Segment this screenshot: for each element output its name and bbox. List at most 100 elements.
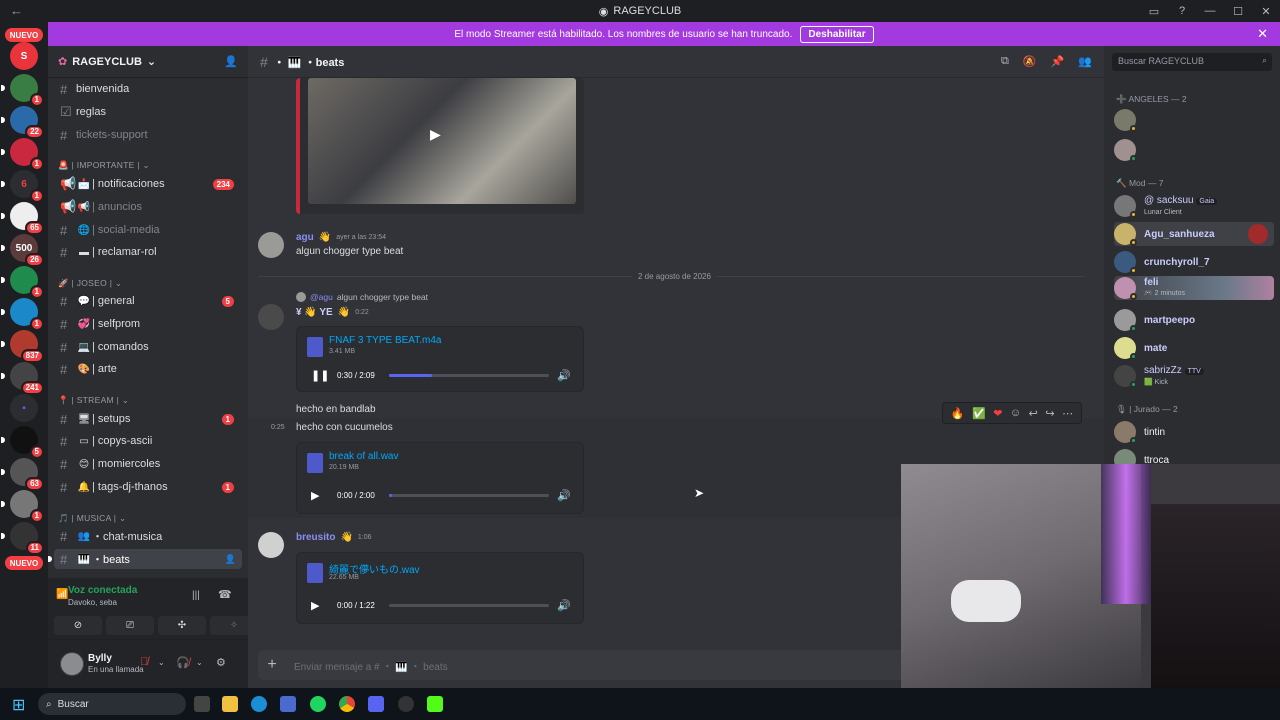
server-icon[interactable]: 63 (1, 458, 44, 491)
play-icon[interactable]: ▶ (311, 489, 319, 502)
member-item[interactable]: martpeepo (1114, 308, 1274, 332)
channel-beats[interactable]: # 🎹 ・beats 👤 (48, 549, 242, 569)
avatar[interactable] (60, 652, 84, 676)
server-icon[interactable]: 1 (1, 138, 44, 171)
member-item[interactable]: sabrizZz TTV 🟩 Kick (1114, 364, 1274, 388)
member-item[interactable]: feli 🎮 2 minutos (1114, 276, 1274, 300)
file-explorer-icon[interactable] (222, 696, 238, 712)
play-icon[interactable]: ▶ (311, 599, 319, 612)
volume-icon[interactable]: 🔊 (557, 599, 571, 612)
server-icon[interactable]: 837 (1, 330, 44, 363)
category-musica[interactable]: 🎵 | MUSICA | ⌄ (58, 513, 126, 524)
server-icon[interactable]: 1 (1, 490, 44, 523)
kick-icon[interactable] (427, 696, 443, 712)
member-item[interactable] (1114, 138, 1274, 162)
headphones-muted-icon[interactable]: 🎧̸ (176, 656, 190, 669)
member-item[interactable] (1114, 108, 1274, 132)
volume-icon[interactable]: 🔊 (557, 489, 571, 502)
channel-social-media[interactable]: # 🌐 | social-media (54, 220, 242, 240)
add-member-icon[interactable]: 👤 (225, 554, 236, 565)
store-icon[interactable] (280, 696, 296, 712)
taskbar-search[interactable]: ⌕ Buscar (38, 693, 186, 715)
invite-icon[interactable]: 👤 (224, 55, 238, 68)
server-icon[interactable]: 500 26 (1, 234, 44, 267)
avatar[interactable] (258, 232, 284, 258)
add-attachment-icon[interactable]: + (258, 656, 286, 674)
video-thumbnail[interactable]: ▶ (308, 78, 576, 204)
maximize-button[interactable]: ☐ (1224, 5, 1252, 18)
spotify-icon[interactable] (310, 696, 326, 712)
more-icon[interactable]: ⋯ (1062, 407, 1073, 420)
mic-muted-icon[interactable]: 🎙̸ (140, 656, 148, 668)
category-stream[interactable]: 📍 | STREAM | ⌄ (58, 395, 129, 406)
progress-bar[interactable] (389, 604, 549, 607)
server-icon[interactable]: 22 (1, 106, 44, 139)
author-name[interactable]: agu (296, 232, 314, 243)
back-arrow-icon[interactable]: ← (10, 3, 23, 18)
chevron-down-icon[interactable]: ⌄ (196, 658, 203, 667)
file-name[interactable]: break of all.wav (329, 451, 398, 462)
channel-general[interactable]: # 💬 | general 5 (54, 291, 242, 311)
edge-icon[interactable] (251, 696, 267, 712)
task-view-icon[interactable] (194, 696, 210, 712)
close-icon[interactable]: ✕ (1257, 26, 1268, 42)
disable-streamer-button[interactable]: Deshabilitar (800, 25, 874, 43)
server-icon[interactable]: S (10, 42, 38, 70)
add-reaction-icon[interactable]: ☺ (1010, 407, 1021, 419)
pin-icon[interactable]: 📌 (1051, 55, 1065, 68)
category-importante[interactable]: 🚨 | IMPORTANTE | ⌄ (58, 160, 150, 171)
search-input[interactable]: Buscar RAGEYCLUB ⌕ (1112, 53, 1272, 71)
member-list-icon[interactable]: 👥 (1078, 55, 1092, 68)
channel-setups[interactable]: # 🖥 | setups 1 (54, 409, 242, 429)
channel-bienvenida[interactable]: # bienvenida (54, 79, 242, 99)
settings-gear-icon[interactable]: ⚙ (216, 656, 226, 669)
server-header[interactable]: ✿ RAGEYCLUB ⌄ 👤 (48, 46, 248, 78)
chevron-down-icon[interactable]: ⌄ (158, 658, 165, 667)
channel-chat-musica[interactable]: # 👥 ・chat-musica (54, 526, 242, 546)
username[interactable]: Bylly (88, 653, 112, 664)
channel-notificaciones[interactable]: 📢 📩 | notificaciones 234 (54, 174, 242, 194)
avatar[interactable] (258, 532, 284, 558)
progress-bar[interactable] (389, 494, 549, 497)
channel-reclamar-rol[interactable]: # ▬ | reclamar-rol (54, 242, 242, 262)
channel-tags-dj-thanos[interactable]: # 🔔 | tags-dj-thanos 1 (54, 477, 242, 497)
volume-icon[interactable]: 🔊 (557, 369, 571, 382)
channel-arte[interactable]: # 🎨 | arte (54, 359, 242, 379)
noise-suppression-icon[interactable]: ||| (192, 590, 200, 601)
server-icon[interactable]: 61 (1, 170, 44, 203)
inbox-icon[interactable]: ▭ (1140, 5, 1168, 18)
server-icon[interactable]: 5 (1, 426, 44, 459)
pause-icon[interactable]: ❚❚ (311, 369, 329, 382)
minimize-button[interactable]: — (1196, 5, 1224, 17)
avatar[interactable] (258, 304, 284, 330)
folder-icon[interactable]: ▪ (10, 394, 38, 422)
check-reaction-icon[interactable]: ✅ (972, 407, 986, 420)
reply-icon[interactable]: ↩ (1029, 407, 1038, 420)
play-icon[interactable]: ▶ (430, 126, 441, 143)
member-item[interactable]: crunchyroll_7 (1114, 250, 1274, 274)
progress-bar[interactable] (389, 374, 549, 377)
threads-icon[interactable]: ⧉ (1001, 55, 1009, 68)
member-item[interactable]: @ sacksuu Gaia Lunar Client (1114, 194, 1274, 218)
channel-reglas[interactable]: ☑ reglas (54, 102, 242, 122)
category-joseo[interactable]: 🚀 | JOSEO | ⌄ (58, 278, 122, 289)
author-name[interactable]: breusito (296, 532, 335, 543)
heart-reaction-icon[interactable]: ❤ (993, 407, 1002, 420)
obs-icon[interactable] (398, 696, 414, 712)
fire-reaction-icon[interactable]: 🔥 (951, 407, 965, 420)
server-icon[interactable]: 1 (1, 74, 44, 107)
forward-icon[interactable]: ↪ (1045, 407, 1054, 420)
server-icon[interactable]: 1 (1, 298, 44, 331)
channel-copys-ascii[interactable]: # ▭ | copys-ascii (54, 431, 242, 451)
composer-placeholder[interactable]: Enviar mensaje a # ・ 🎹 ・ beats (294, 658, 448, 673)
channel-tickets[interactable]: # tickets-support (54, 125, 242, 145)
file-name[interactable]: FNAF 3 TYPE BEAT.m4a (329, 335, 441, 346)
member-item[interactable]: Agu_sanhueza (1114, 222, 1274, 246)
member-item[interactable]: mate (1114, 336, 1274, 360)
author-name[interactable]: ¥ 👋 YE (296, 307, 333, 318)
disconnect-icon[interactable]: ☎ (218, 588, 232, 601)
member-item[interactable]: tintin (1114, 420, 1274, 444)
channel-anuncios[interactable]: 📢 📢 | anuncios (54, 197, 242, 217)
reply-preview[interactable]: @agu algun chogger type beat (296, 292, 428, 302)
windows-start-icon[interactable]: ⊞ (12, 695, 25, 715)
